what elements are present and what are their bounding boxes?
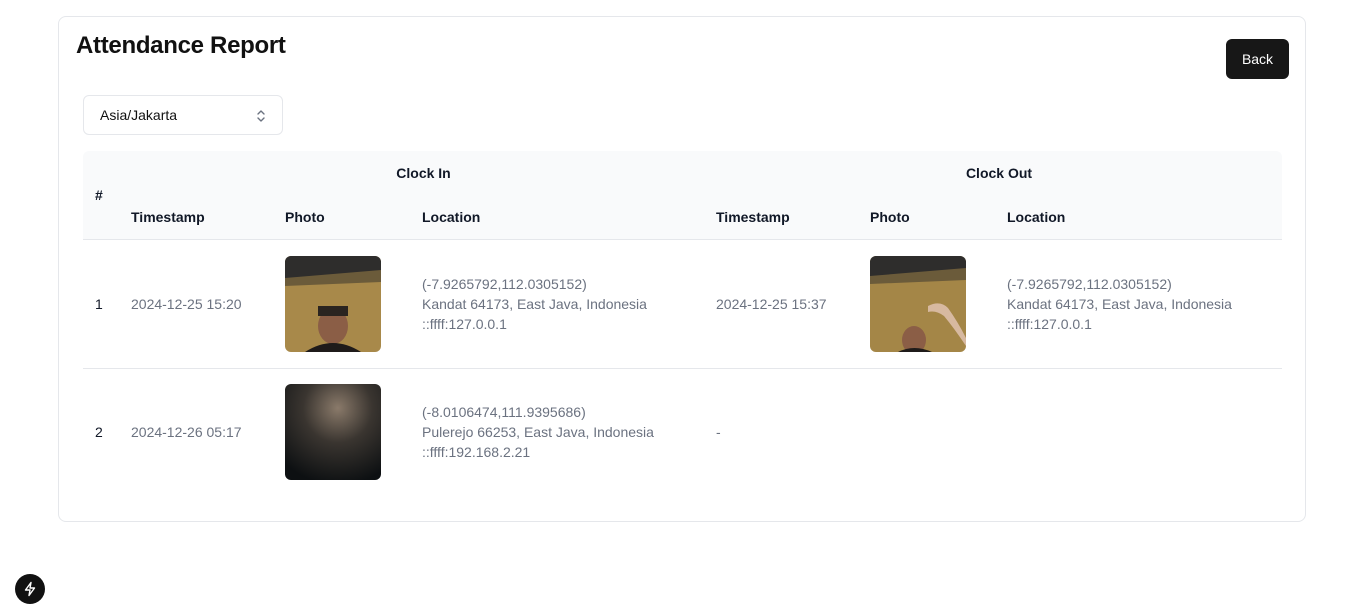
clock-out-photo-cell bbox=[870, 239, 1007, 368]
dev-tools-button[interactable] bbox=[15, 574, 45, 604]
clock-in-photo-cell bbox=[285, 368, 422, 496]
clock-out-ip: ::ffff:127.0.0.1 bbox=[1007, 315, 1092, 332]
attendance-table: # Clock In Clock Out Timestamp Photo Loc… bbox=[83, 151, 1282, 498]
timezone-select[interactable]: Asia/Jakarta bbox=[83, 95, 283, 135]
page-title: Attendance Report bbox=[76, 32, 286, 59]
clock-out-location: (-7.9265792,112.0305152) Kandat 64173, E… bbox=[1007, 239, 1282, 368]
row-number-header: # bbox=[95, 186, 103, 203]
clock-out-coords: (-7.9265792,112.0305152) bbox=[1007, 275, 1172, 292]
clock-in-photo-header: Photo bbox=[285, 208, 325, 225]
attendance-card: Attendance Report Back Asia/Jakarta # Cl… bbox=[58, 16, 1306, 522]
clock-out-location bbox=[1007, 368, 1282, 496]
clock-out-photo[interactable] bbox=[870, 255, 966, 352]
clock-out-photo-cell bbox=[870, 368, 1007, 496]
clock-out-timestamp: - bbox=[716, 424, 721, 441]
row-number: 1 bbox=[95, 295, 103, 312]
clock-in-location-header: Location bbox=[422, 208, 481, 225]
clock-in-location: (-7.9265792,112.0305152) Kandat 64173, E… bbox=[422, 239, 716, 368]
clock-out-photo-header: Photo bbox=[870, 208, 910, 225]
table-row: 1 2024-12-25 15:20 (-7.9265792,112.03051… bbox=[83, 239, 1282, 368]
clock-in-timestamp: 2024-12-25 15:20 bbox=[131, 295, 242, 312]
clock-out-timestamp: 2024-12-25 15:37 bbox=[716, 295, 827, 312]
clock-in-place: Kandat 64173, East Java, Indonesia bbox=[422, 295, 647, 312]
timezone-select-value: Asia/Jakarta bbox=[100, 107, 178, 123]
clock-out-location-header: Location bbox=[1007, 208, 1066, 225]
clock-out-timestamp-header: Timestamp bbox=[716, 208, 790, 225]
clock-out-place: Kandat 64173, East Java, Indonesia bbox=[1007, 295, 1232, 312]
back-button[interactable]: Back bbox=[1226, 39, 1289, 79]
row-number: 2 bbox=[95, 424, 103, 441]
lightning-bolt-icon bbox=[24, 581, 36, 597]
clock-in-photo[interactable] bbox=[285, 384, 381, 481]
clock-in-timestamp: 2024-12-26 05:17 bbox=[131, 424, 242, 441]
clock-in-ip: ::ffff:192.168.2.21 bbox=[422, 444, 531, 461]
clock-out-group-header: Clock Out bbox=[965, 165, 1033, 181]
clock-in-photo[interactable] bbox=[285, 255, 381, 352]
clock-in-ip: ::ffff:127.0.0.1 bbox=[422, 315, 507, 332]
clock-in-location: (-8.0106474,111.9395686) Pulerejo 66253,… bbox=[422, 368, 716, 496]
clock-in-photo-cell bbox=[285, 239, 422, 368]
clock-in-timestamp-header: Timestamp bbox=[131, 208, 205, 225]
chevron-up-down-icon bbox=[257, 110, 265, 122]
clock-in-coords: (-8.0106474,111.9395686) bbox=[422, 404, 586, 421]
table-row: 2 2024-12-26 05:17 (-8.0106474,111.93956… bbox=[83, 368, 1282, 496]
clock-in-coords: (-7.9265792,112.0305152) bbox=[422, 275, 587, 292]
clock-in-group-header: Clock In bbox=[396, 165, 451, 181]
clock-in-place: Pulerejo 66253, East Java, Indonesia bbox=[422, 424, 654, 441]
